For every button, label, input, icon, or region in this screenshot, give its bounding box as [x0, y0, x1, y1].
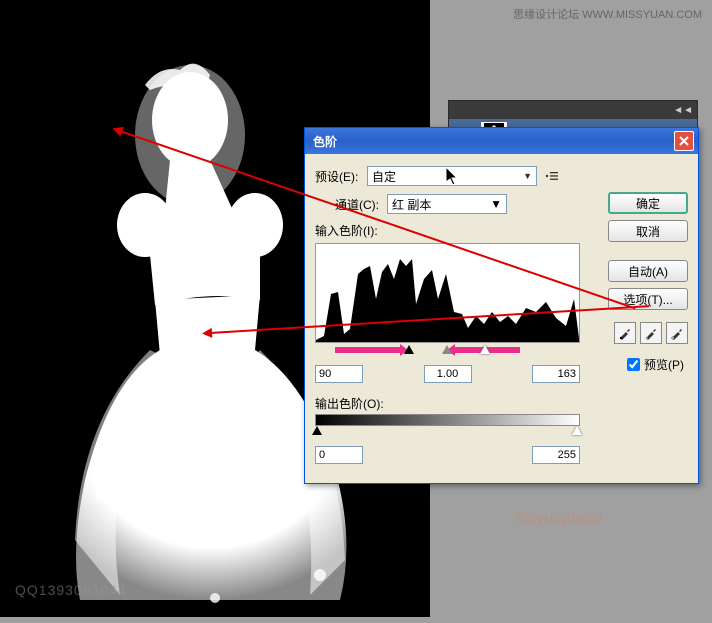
titlebar[interactable]: 色阶 [305, 128, 698, 154]
annotation-arrow-left [335, 347, 400, 353]
channel-select[interactable]: 红 副本 ▼ [387, 194, 507, 214]
input-gamma-field[interactable] [424, 365, 472, 383]
dropdown-arrow-icon: ▼ [490, 197, 502, 211]
preview-checkbox[interactable] [627, 358, 640, 371]
input-white-field[interactable] [532, 365, 580, 383]
white-eyedropper[interactable] [666, 322, 688, 344]
preset-value: 自定 [372, 168, 396, 185]
histogram [315, 243, 580, 343]
auto-button[interactable]: 自动(A) [608, 260, 688, 282]
output-gradient [315, 414, 580, 426]
dropdown-arrow-icon: ▼ [523, 171, 532, 181]
output-levels-label: 输出色阶(O): [315, 395, 688, 412]
channel-label: 通道(C): [335, 196, 387, 213]
white-point-slider[interactable] [480, 345, 490, 354]
preset-menu-icon[interactable] [543, 170, 559, 182]
input-slider-track[interactable] [315, 345, 580, 359]
levels-dialog: 色阶 预设(E): 自定 ▼ 通道(C): 红 副本 ▼ 输入色阶(I): [304, 127, 699, 484]
preset-label: 预设(E): [315, 168, 367, 185]
input-black-field[interactable] [315, 365, 363, 383]
output-white-field[interactable] [532, 446, 580, 464]
gray-eyedropper[interactable] [640, 322, 662, 344]
watermark-top: 思缘设计论坛 WWW.MISSYUAN.COM [513, 6, 702, 22]
ok-button[interactable]: 确定 [608, 192, 688, 214]
preset-select[interactable]: 自定 ▼ [367, 166, 537, 186]
output-white-slider[interactable] [572, 426, 582, 435]
midtone-slider[interactable] [442, 345, 452, 354]
preview-label: 预览(P) [644, 356, 684, 373]
watermark-id: QQ1393093044 [15, 582, 127, 598]
collapse-icon[interactable]: ◄◄ [673, 105, 693, 116]
output-black-field[interactable] [315, 446, 363, 464]
close-button[interactable] [674, 131, 694, 151]
watermark-bottom: Xinyunphoto [513, 510, 602, 528]
output-black-slider[interactable] [312, 426, 322, 435]
black-point-slider[interactable] [404, 345, 414, 354]
output-slider-track[interactable] [315, 426, 580, 440]
panel-header: ◄◄ [449, 101, 697, 119]
cancel-button[interactable]: 取消 [608, 220, 688, 242]
options-button[interactable]: 选项(T)... [608, 288, 688, 310]
black-eyedropper[interactable] [614, 322, 636, 344]
channel-select-value: 红 副本 [392, 196, 431, 213]
dialog-title: 色阶 [313, 133, 674, 150]
